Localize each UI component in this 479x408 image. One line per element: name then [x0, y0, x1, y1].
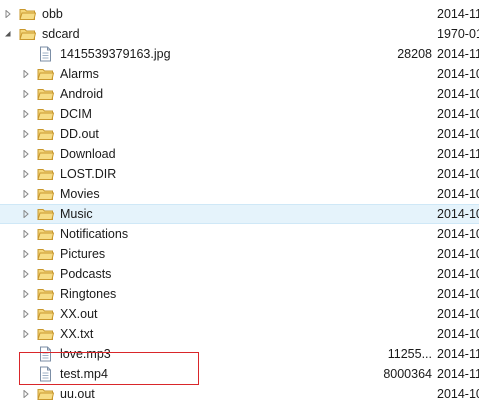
row-date: 2014-10 — [437, 167, 479, 181]
row-name: Alarms — [60, 67, 99, 81]
tree-row-sdcard[interactable]: sdcard 1970-01 — [0, 24, 479, 44]
folder-icon — [37, 166, 55, 182]
folder-icon — [19, 26, 37, 42]
row-date: 2014-10 — [437, 247, 479, 261]
row-date: 2014-10 — [437, 267, 479, 281]
tree-row-pictures[interactable]: Pictures 2014-10 — [0, 244, 479, 264]
row-name: Notifications — [60, 227, 129, 241]
row-name: Ringtones — [60, 287, 117, 301]
folder-icon — [19, 6, 37, 22]
row-name: obb — [42, 7, 63, 21]
collapsed-arrow-icon[interactable] — [21, 64, 31, 84]
row-size: 8000364 — [383, 367, 432, 381]
tree-row-notifications[interactable]: Notifications 2014-10 — [0, 224, 479, 244]
row-date: 2014-10 — [437, 187, 479, 201]
tree-row-uu-out[interactable]: uu.out 2014-10 — [0, 384, 479, 404]
file-tree: obb 2014-11 sdcard 1970-01 1415539379163.jpg… — [0, 0, 479, 406]
row-date: 2014-10 — [437, 307, 479, 321]
collapsed-arrow-icon[interactable] — [21, 205, 31, 223]
tree-row-dcim[interactable]: DCIM 2014-10 — [0, 104, 479, 124]
folder-icon — [37, 206, 55, 222]
folder-icon — [37, 126, 55, 142]
row-size: 28208 — [397, 47, 432, 61]
row-name: Download — [60, 147, 116, 161]
row-date: 2014-11 — [437, 47, 479, 61]
folder-icon — [37, 286, 55, 302]
row-date: 2014-10 — [437, 67, 479, 81]
collapsed-arrow-icon[interactable] — [21, 84, 31, 104]
collapsed-arrow-icon[interactable] — [21, 144, 31, 164]
row-name: Android — [60, 87, 104, 101]
tree-row-obb[interactable]: obb 2014-11 — [0, 4, 479, 24]
folder-icon — [37, 86, 55, 102]
row-name: Movies — [60, 187, 100, 201]
collapsed-arrow-icon[interactable] — [21, 224, 31, 244]
collapsed-arrow-icon[interactable] — [21, 304, 31, 324]
row-name: XX.out — [60, 307, 98, 321]
folder-icon — [37, 306, 55, 322]
folder-icon — [37, 146, 55, 162]
row-name: XX.txt — [60, 327, 94, 341]
row-date: 2014-10 — [437, 107, 479, 121]
tree-row-alarms[interactable]: Alarms 2014-10 — [0, 64, 479, 84]
row-date: 2014-10 — [437, 207, 479, 221]
tree-row-lost-dir[interactable]: LOST.DIR 2014-10 — [0, 164, 479, 184]
row-date: 2014-11 — [437, 147, 479, 161]
collapsed-arrow-icon[interactable] — [21, 104, 31, 124]
collapsed-arrow-icon[interactable] — [3, 4, 13, 24]
folder-icon — [37, 106, 55, 122]
collapsed-arrow-icon[interactable] — [21, 324, 31, 344]
row-date: 1970-01 — [437, 27, 479, 41]
row-name: DCIM — [60, 107, 92, 121]
tree-row-ringtones[interactable]: Ringtones 2014-10 — [0, 284, 479, 304]
folder-icon — [37, 326, 55, 342]
file-icon — [37, 46, 54, 62]
collapsed-arrow-icon[interactable] — [21, 284, 31, 304]
row-name: 1415539379163.jpg — [60, 47, 171, 61]
collapsed-arrow-icon[interactable] — [21, 164, 31, 184]
folder-icon — [37, 266, 55, 282]
tree-row-movies[interactable]: Movies 2014-10 — [0, 184, 479, 204]
tree-row-1415539379163-jpg[interactable]: 1415539379163.jpg 28208 2014-11 — [0, 44, 479, 64]
row-date: 2014-10 — [437, 87, 479, 101]
tree-row-music[interactable]: Music 2014-10 — [0, 204, 479, 224]
folder-icon — [37, 226, 55, 242]
row-date: 2014-10 — [437, 287, 479, 301]
row-name: Pictures — [60, 247, 106, 261]
row-date: 2014-11 — [437, 367, 479, 381]
highlight-annotation-box — [19, 352, 199, 385]
folder-icon — [37, 246, 55, 262]
folder-icon — [37, 386, 55, 402]
collapsed-arrow-icon[interactable] — [21, 244, 31, 264]
expanded-arrow-icon[interactable] — [3, 24, 13, 44]
row-size: 11255... — [387, 347, 432, 361]
row-date: 2014-10 — [437, 127, 479, 141]
row-date: 2014-11 — [437, 347, 479, 361]
folder-icon — [37, 66, 55, 82]
row-date: 2014-10 — [437, 327, 479, 341]
folder-icon — [37, 186, 55, 202]
row-name: sdcard — [42, 27, 80, 41]
tree-row-android[interactable]: Android 2014-10 — [0, 84, 479, 104]
row-date: 2014-10 — [437, 227, 479, 241]
row-date: 2014-11 — [437, 7, 479, 21]
row-name: Podcasts — [60, 267, 112, 281]
tree-row-dd-out[interactable]: DD.out 2014-10 — [0, 124, 479, 144]
tree-row-podcasts[interactable]: Podcasts 2014-10 — [0, 264, 479, 284]
row-name: uu.out — [60, 387, 95, 401]
row-date: 2014-10 — [437, 387, 479, 401]
collapsed-arrow-icon[interactable] — [21, 124, 31, 144]
row-name: LOST.DIR — [60, 167, 117, 181]
tree-row-xx-txt[interactable]: XX.txt 2014-10 — [0, 324, 479, 344]
row-name: DD.out — [60, 127, 99, 141]
collapsed-arrow-icon[interactable] — [21, 264, 31, 284]
tree-row-xx-out[interactable]: XX.out 2014-10 — [0, 304, 479, 324]
tree-row-download[interactable]: Download 2014-11 — [0, 144, 479, 164]
collapsed-arrow-icon[interactable] — [21, 384, 31, 404]
collapsed-arrow-icon[interactable] — [21, 184, 31, 204]
row-name: Music — [60, 207, 93, 221]
